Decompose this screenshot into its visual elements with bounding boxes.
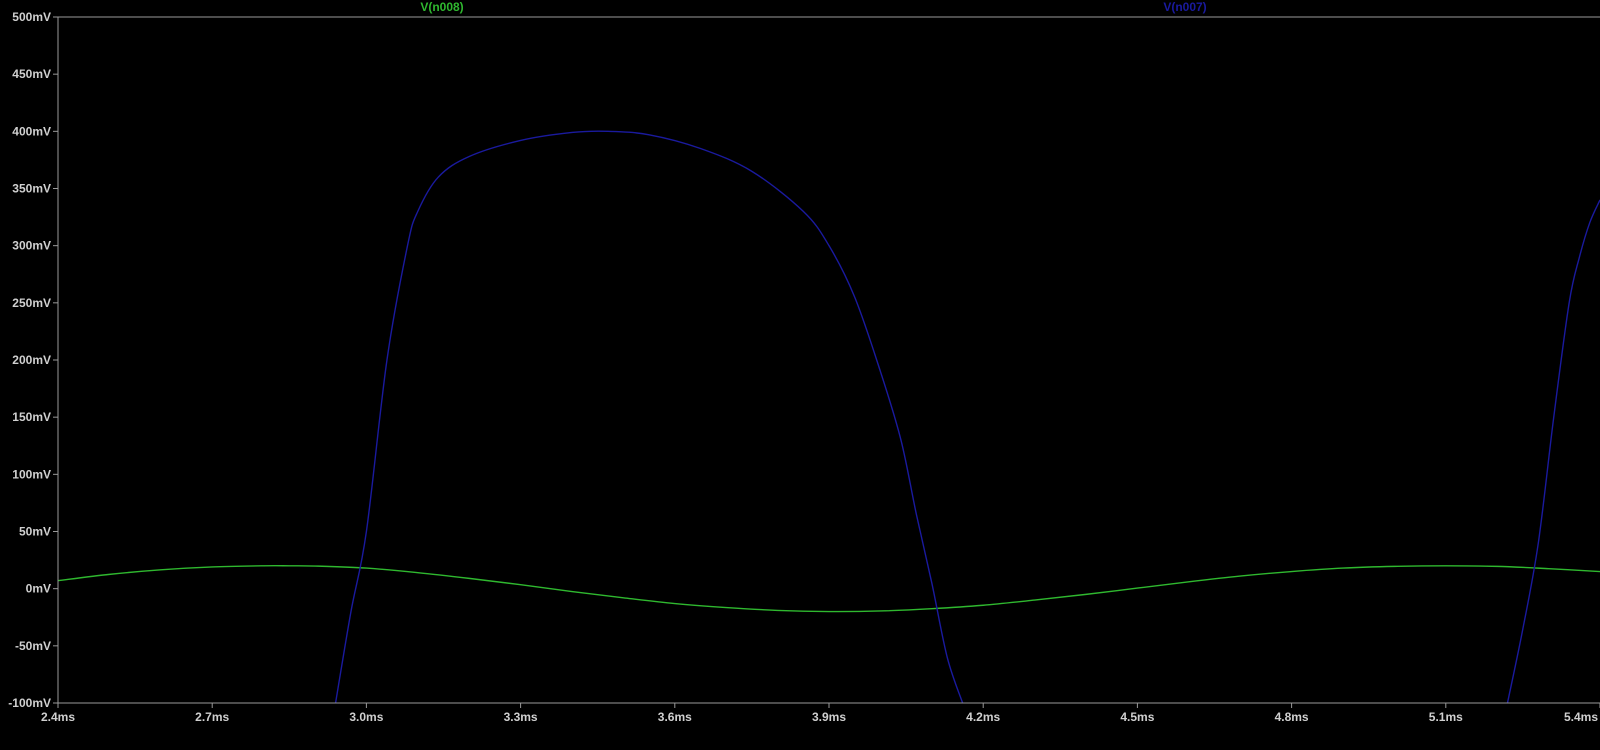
x-tick-label: 4.5ms	[1120, 710, 1154, 724]
y-tick-label: 500mV	[12, 10, 51, 24]
y-tick-label: 400mV	[12, 124, 51, 138]
y-tick-label: 250mV	[12, 296, 51, 310]
plot-svg: 500mV 450mV 400mV 350mV 300mV 250mV 200mV 150mV…	[0, 0, 1600, 745]
y-tick-label: 450mV	[12, 67, 51, 81]
legend-label-v-n007[interactable]: V(n007)	[1163, 0, 1206, 14]
x-tick-label: 2.4ms	[41, 710, 75, 724]
waveform-plot: 500mV 450mV 400mV 350mV 300mV 250mV 200mV 150mV…	[0, 0, 1600, 745]
x-tick-label: 3.6ms	[658, 710, 692, 724]
y-tick-label: -50mV	[15, 639, 51, 653]
x-tick-label: 5.1ms	[1429, 710, 1463, 724]
y-tick-label: 150mV	[12, 410, 51, 424]
legend-label-v-n008[interactable]: V(n008)	[420, 0, 463, 14]
y-tick-label: 300mV	[12, 239, 51, 253]
x-tick-label: 4.2ms	[966, 710, 1000, 724]
x-tick-label: 3.0ms	[349, 710, 383, 724]
x-tick-label: 3.9ms	[812, 710, 846, 724]
x-tick-label: 2.7ms	[195, 710, 229, 724]
y-tick-label: 100mV	[12, 467, 51, 481]
y-tick-label: -100mV	[8, 696, 51, 710]
y-tick-label: 200mV	[12, 353, 51, 367]
plot-background	[0, 0, 1600, 745]
y-tick-label: 0mV	[26, 582, 51, 596]
x-tick-label: 4.8ms	[1275, 710, 1309, 724]
y-tick-label: 50mV	[19, 525, 51, 539]
x-tick-label: 5.4ms	[1564, 710, 1598, 724]
x-tick-label: 3.3ms	[504, 710, 538, 724]
y-tick-label: 350mV	[12, 182, 51, 196]
